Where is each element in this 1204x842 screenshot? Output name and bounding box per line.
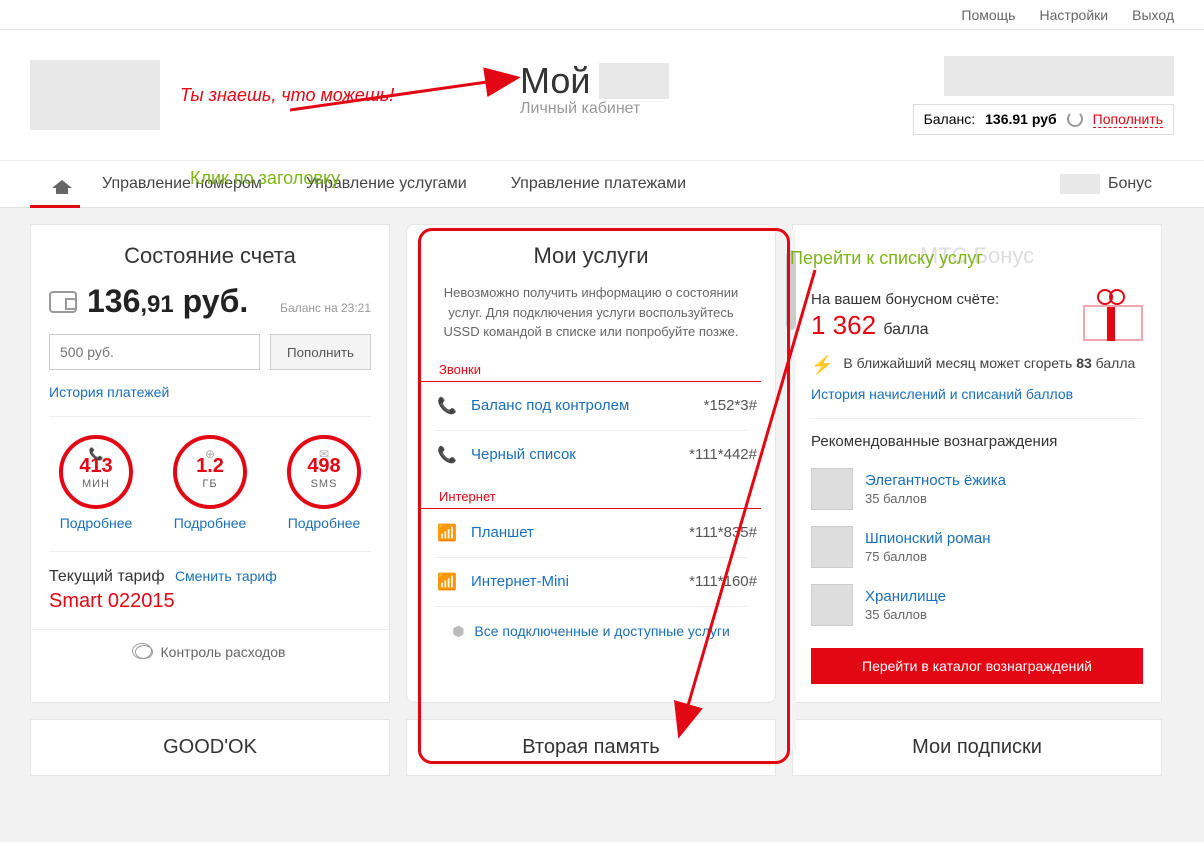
tab-home[interactable] [30, 160, 80, 208]
nav-help[interactable]: Помощь [961, 7, 1015, 23]
usage-minutes: 📞413МИН Подробнее [59, 435, 133, 531]
goodok-card[interactable]: GOOD'OK [30, 719, 390, 776]
bonus-expiry-warning: ⚡ В ближайший месяц может сгореть 83 бал… [793, 351, 1161, 386]
account-card: Состояние счета 136,91 руб. Баланс на 23… [30, 224, 390, 703]
service-item[interactable]: 📶 Планшет *111*835# [407, 509, 775, 557]
tariff-label: Текущий тариф [49, 568, 164, 585]
brand-title: Мой [520, 60, 591, 102]
reward-thumb [811, 526, 853, 568]
nav-logout[interactable]: Выход [1132, 7, 1174, 23]
bolt-icon: ⚡ [811, 355, 833, 376]
phone-icon: 📞 [437, 396, 457, 416]
bonus-title: МТС Бонус [793, 225, 1161, 275]
bonus-label: На вашем бонусном счёте: [811, 291, 1071, 308]
phone-icon: 📞 [89, 447, 104, 461]
reward-item[interactable]: Шпионский роман75 баллов [793, 518, 1161, 576]
ussd-code: *111*160# [689, 573, 757, 590]
usage-data: ⊕1.2ГБ Подробнее [173, 435, 247, 531]
bonus-card: МТС Бонус На вашем бонусном счёте: 1 362… [792, 224, 1162, 703]
data-more-link[interactable]: Подробнее [174, 515, 247, 531]
expense-control-link[interactable]: Контроль расходов [31, 629, 389, 674]
bonus-history-link[interactable]: История начислений и списаний баллов [811, 386, 1073, 402]
phone-icon: 📞 [437, 445, 457, 465]
ussd-code: *152*3# [704, 397, 757, 414]
ussd-code: *111*835# [689, 524, 757, 541]
ussd-code: *111*442# [689, 446, 757, 463]
usage-meters: 📞413МИН Подробнее ⊕1.2ГБ Подробнее ✉498S… [31, 417, 389, 539]
services-section-internet: Интернет [421, 485, 761, 509]
globe-icon: ⊕ [205, 447, 215, 461]
brand-logo-placeholder [599, 63, 669, 99]
bonus-logo-placeholder [1060, 174, 1100, 194]
service-item[interactable]: 📞 Черный список *111*442# [407, 431, 775, 479]
balance-timestamp: Баланс на 23:21 [280, 301, 371, 315]
services-error-msg: Невозможно получить информацию о состоян… [407, 283, 775, 358]
header: Ты знаешь, что можешь! Мой Личный кабине… [0, 30, 1204, 160]
scrollbar-thumb[interactable] [786, 250, 796, 330]
services-section-calls: Звонки [421, 358, 761, 382]
payment-history-link[interactable]: История платежей [49, 384, 169, 400]
reward-item[interactable]: Хранилище35 баллов [793, 576, 1161, 634]
sms-more-link[interactable]: Подробнее [288, 515, 361, 531]
account-title: Состояние счета [31, 225, 389, 283]
refresh-icon[interactable] [1067, 111, 1083, 127]
recommendations-title: Рекомендованные вознаграждения [793, 419, 1161, 460]
service-item[interactable]: 📞 Баланс под контролем *152*3# [407, 382, 775, 430]
tariff-name: Smart 022015 [49, 590, 371, 613]
reward-thumb [811, 584, 853, 626]
brand-block: Мой Личный кабинет [520, 60, 669, 118]
signal-icon: 📶 [437, 572, 457, 592]
change-tariff-link[interactable]: Сменить тариф [175, 568, 277, 584]
subscriptions-card[interactable]: Мои подписки [792, 719, 1162, 776]
tab-bonus[interactable]: Бонус [1038, 160, 1174, 208]
services-card: Мои услуги Невозможно получить информаци… [406, 224, 776, 703]
reward-thumb [811, 468, 853, 510]
topup-amount-input[interactable] [49, 334, 260, 370]
bonus-amount: 1 362 балла [811, 310, 1071, 341]
usage-sms: ✉498SMS Подробнее [287, 435, 361, 531]
balance-widget: Баланс: 136.91 руб Пополнить [913, 56, 1174, 135]
balance-label: Баланс: [924, 111, 976, 127]
catalog-button[interactable]: Перейти в каталог вознаграждений [811, 648, 1143, 684]
main-nav: Управление номером Управление услугами У… [0, 160, 1204, 208]
home-icon [52, 174, 58, 192]
services-title: Мои услуги [407, 225, 775, 283]
wallet-icon [49, 291, 77, 313]
brand-subtitle: Личный кабинет [520, 100, 669, 118]
tab-services[interactable]: Управление услугами [284, 160, 489, 208]
coins-icon [135, 645, 153, 659]
tab-number[interactable]: Управление номером [80, 160, 284, 208]
envelope-icon: ✉ [319, 447, 329, 461]
balance-amount: 136,91 руб. [87, 283, 248, 320]
tab-payments[interactable]: Управление платежами [489, 160, 708, 208]
service-item[interactable]: 📶 Интернет-Mini *111*160# [407, 558, 775, 606]
signal-icon: 📶 [437, 523, 457, 543]
topup-button[interactable]: Пополнить [270, 334, 371, 370]
nav-settings[interactable]: Настройки [1039, 7, 1108, 23]
slogan: Ты знаешь, что можешь! [180, 85, 394, 106]
balance-value: 136.91 руб [985, 111, 1057, 127]
logo-placeholder [30, 60, 160, 130]
topup-link[interactable]: Пополнить [1093, 111, 1163, 128]
minutes-more-link[interactable]: Подробнее [60, 515, 133, 531]
scrollbar[interactable] [786, 230, 796, 750]
top-nav: Помощь Настройки Выход [0, 0, 1204, 30]
reward-item[interactable]: Элегантность ёжика35 баллов [793, 460, 1161, 518]
phone-number-placeholder [944, 56, 1174, 96]
second-memory-card[interactable]: Вторая память [406, 719, 776, 776]
all-services-link[interactable]: ⬢Все подключенные и доступные услуги [407, 607, 775, 656]
gift-icon [1083, 291, 1143, 341]
